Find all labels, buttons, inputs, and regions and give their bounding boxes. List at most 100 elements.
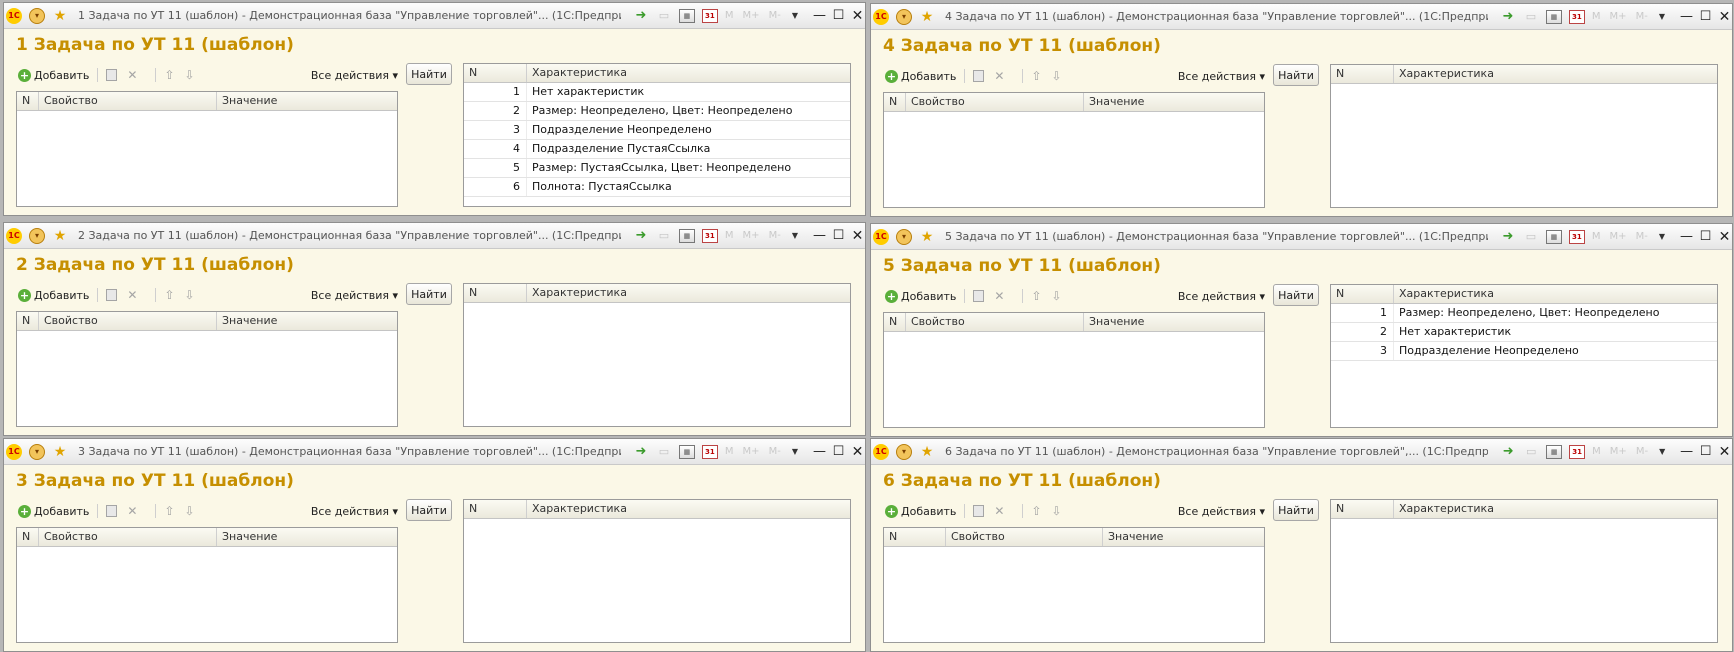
close-icon[interactable]: ✕ — [1717, 444, 1732, 460]
close-icon[interactable]: ✕ — [850, 444, 865, 460]
maximize-icon[interactable]: ☐ — [1698, 9, 1713, 24]
column-n[interactable]: N — [884, 528, 946, 546]
1c-logo-icon[interactable]: 1С — [873, 228, 889, 245]
column-value[interactable]: Значение — [217, 92, 397, 110]
all-actions-menu[interactable]: Все действия ▾ — [311, 289, 398, 302]
go-arrow-icon[interactable]: ➜ — [1500, 444, 1516, 460]
chevron-down-icon[interactable]: ▼ — [792, 11, 798, 20]
add-button[interactable]: + Добавить — [885, 504, 956, 518]
all-actions-menu[interactable]: Все действия ▾ — [311, 505, 398, 518]
1c-logo-icon[interactable]: 1С — [6, 7, 22, 24]
all-actions-menu[interactable]: Все действия ▾ — [1178, 70, 1265, 83]
column-n[interactable]: N — [884, 93, 906, 111]
calculator-icon[interactable]: ▦ — [678, 444, 695, 459]
chevron-down-icon[interactable]: ▼ — [1659, 232, 1665, 241]
column-value[interactable]: Значение — [1084, 93, 1264, 111]
go-arrow-icon[interactable]: ➜ — [633, 8, 649, 24]
all-actions-menu[interactable]: Все действия ▾ — [1178, 290, 1265, 303]
properties-table[interactable]: N Свойство Значение — [883, 312, 1265, 428]
minimize-icon[interactable]: — — [812, 8, 827, 23]
column-n[interactable]: N — [464, 284, 527, 302]
characteristics-table[interactable]: N Характеристика 1 Нет характеристик 2 Р… — [463, 63, 851, 207]
main-menu-icon[interactable]: ▾ — [896, 443, 912, 460]
column-n[interactable]: N — [464, 500, 527, 518]
close-icon[interactable]: ✕ — [1717, 9, 1732, 25]
window-titlebar[interactable]: 1С ▾ ★ 5 Задача по УТ 11 (шаблон) - Демо… — [871, 224, 1732, 250]
add-button[interactable]: + Добавить — [18, 288, 89, 302]
properties-table[interactable]: N Свойство Значение — [883, 92, 1265, 208]
find-button[interactable]: Найти — [1273, 499, 1319, 521]
delete-x-icon[interactable]: ✕ — [127, 504, 137, 518]
arrow-up-icon[interactable]: ⇧ — [1031, 504, 1041, 518]
go-arrow-icon[interactable]: ➜ — [1500, 229, 1516, 245]
calendar-icon[interactable]: 31 — [1568, 9, 1585, 24]
1c-logo-icon[interactable]: 1С — [6, 443, 22, 460]
chevron-down-icon[interactable]: ▼ — [792, 231, 798, 240]
table-row[interactable]: 3 Подразделение Неопределено — [1331, 342, 1717, 361]
star-icon[interactable]: ★ — [919, 229, 935, 245]
calendar-icon[interactable]: 31 — [1569, 444, 1586, 459]
copy-icon[interactable] — [973, 290, 985, 302]
copy-icon[interactable] — [973, 505, 985, 517]
characteristics-table[interactable]: N Характеристика 1 Размер: Неопределено,… — [1330, 284, 1718, 428]
column-property[interactable]: Свойство — [946, 528, 1103, 546]
table-row[interactable]: 6 Полнота: ПустаяСсылка — [464, 178, 850, 197]
column-characteristic[interactable]: Характеристика — [527, 500, 850, 518]
maximize-icon[interactable]: ☐ — [1698, 229, 1713, 244]
delete-x-icon[interactable]: ✕ — [994, 504, 1004, 518]
close-icon[interactable]: ✕ — [850, 8, 865, 24]
column-n[interactable]: N — [1331, 500, 1394, 518]
chevron-down-icon[interactable]: ▼ — [792, 447, 798, 456]
star-icon[interactable]: ★ — [52, 444, 68, 460]
calendar-icon[interactable]: 31 — [701, 228, 718, 243]
maximize-icon[interactable]: ☐ — [831, 8, 846, 23]
column-n[interactable]: N — [17, 312, 39, 330]
arrow-up-icon[interactable]: ⇧ — [1031, 289, 1041, 303]
close-icon[interactable]: ✕ — [850, 228, 865, 244]
calendar-icon[interactable]: 31 — [1568, 229, 1585, 244]
window-titlebar[interactable]: 1С ▾ ★ 1 Задача по УТ 11 (шаблон) - Демо… — [4, 3, 865, 29]
copy-icon[interactable] — [106, 69, 118, 81]
chevron-down-icon[interactable]: ▼ — [1659, 447, 1665, 456]
table-row[interactable]: 1 Нет характеристик — [464, 83, 850, 102]
1c-logo-icon[interactable]: 1С — [873, 8, 889, 25]
properties-table[interactable]: N Свойство Значение — [16, 91, 398, 207]
1c-logo-icon[interactable]: 1С — [6, 227, 22, 244]
table-row[interactable]: 1 Размер: Неопределено, Цвет: Неопределе… — [1331, 304, 1717, 323]
maximize-icon[interactable]: ☐ — [831, 228, 846, 243]
table-row[interactable]: 4 Подразделение ПустаяСсылка — [464, 140, 850, 159]
calculator-icon[interactable]: ▦ — [1546, 444, 1563, 459]
column-characteristic[interactable]: Характеристика — [1394, 285, 1717, 303]
copy-icon[interactable] — [106, 289, 118, 301]
column-property[interactable]: Свойство — [39, 92, 217, 110]
all-actions-menu[interactable]: Все действия ▾ — [1178, 505, 1265, 518]
arrow-down-icon[interactable]: ⇩ — [1052, 69, 1062, 83]
arrow-down-icon[interactable]: ⇩ — [185, 288, 195, 302]
column-value[interactable]: Значение — [1084, 313, 1264, 331]
window-titlebar[interactable]: 1С ▾ ★ 3 Задача по УТ 11 (шаблон) - Демо… — [4, 439, 865, 465]
main-menu-icon[interactable]: ▾ — [896, 8, 912, 25]
column-value[interactable]: Значение — [217, 312, 397, 330]
calculator-icon[interactable]: ▦ — [1545, 9, 1562, 24]
add-button[interactable]: + Добавить — [885, 289, 956, 303]
arrow-up-icon[interactable]: ⇧ — [164, 504, 174, 518]
minimize-icon[interactable]: — — [812, 444, 827, 459]
characteristics-table[interactable]: N Характеристика — [463, 283, 851, 427]
arrow-down-icon[interactable]: ⇩ — [185, 504, 195, 518]
table-row[interactable]: 2 Размер: Неопределено, Цвет: Неопределе… — [464, 102, 850, 121]
arrow-up-icon[interactable]: ⇧ — [164, 288, 174, 302]
main-menu-icon[interactable]: ▾ — [29, 443, 45, 460]
main-menu-icon[interactable]: ▾ — [29, 227, 45, 244]
calculator-icon[interactable]: ▦ — [678, 228, 695, 243]
column-property[interactable]: Свойство — [906, 93, 1084, 111]
main-menu-icon[interactable]: ▾ — [29, 7, 45, 24]
window-titlebar[interactable]: 1С ▾ ★ 6 Задача по УТ 11 (шаблон) - Демо… — [871, 439, 1732, 465]
column-value[interactable]: Значение — [217, 528, 397, 546]
copy-icon[interactable] — [973, 70, 985, 82]
maximize-icon[interactable]: ☐ — [1698, 444, 1713, 459]
column-n[interactable]: N — [17, 92, 39, 110]
add-button[interactable]: + Добавить — [885, 69, 956, 83]
characteristics-table[interactable]: N Характеристика — [1330, 499, 1718, 643]
delete-x-icon[interactable]: ✕ — [994, 69, 1004, 83]
column-property[interactable]: Свойство — [39, 528, 217, 546]
